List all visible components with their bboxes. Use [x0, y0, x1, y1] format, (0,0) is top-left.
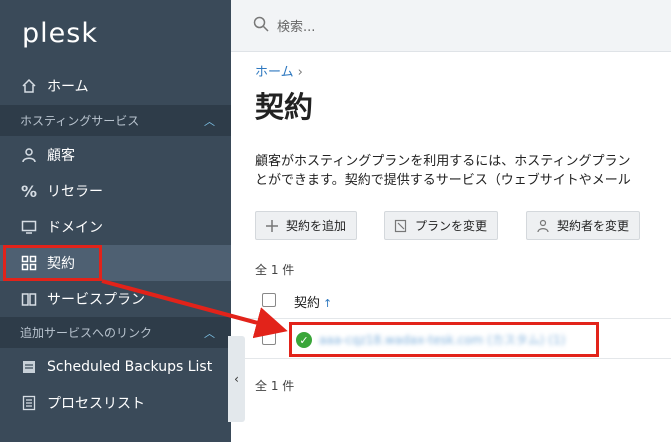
annotation-arrow [101, 279, 288, 339]
